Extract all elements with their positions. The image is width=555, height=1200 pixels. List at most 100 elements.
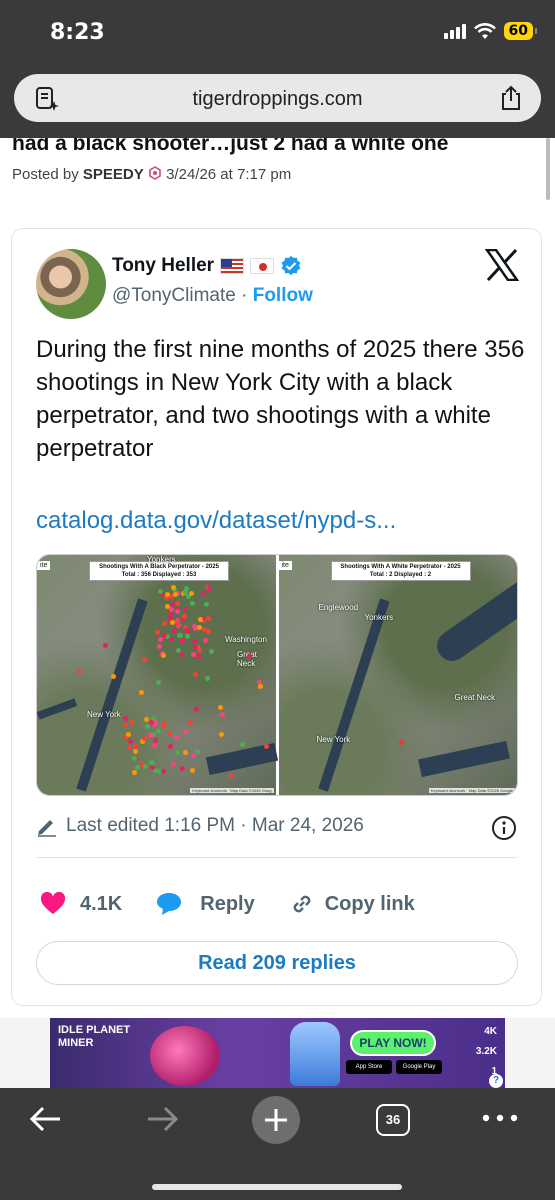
status-bar: 8:23 60 — [0, 0, 555, 68]
map-dot — [145, 724, 151, 730]
x-logo-icon[interactable] — [485, 249, 519, 281]
map-label: Englewood — [318, 603, 359, 612]
map-dot — [204, 675, 210, 681]
map-white-perpetrator[interactable]: ite Shootings With A White Perpetrator -… — [278, 555, 517, 795]
map-dot — [122, 716, 128, 722]
ad-stats: 4K 3.2K 1 — [476, 1022, 497, 1082]
link-icon — [293, 895, 311, 913]
map-dot — [205, 628, 211, 634]
tweet-media[interactable]: ite Shootings With A Black Perpetrator -… — [36, 554, 518, 796]
scrollbar[interactable] — [546, 138, 550, 200]
back-arrow-icon[interactable] — [28, 1104, 64, 1134]
map-dot — [174, 609, 180, 615]
copy-link-label: Copy link — [324, 892, 415, 915]
reply-button[interactable]: Reply — [156, 892, 255, 916]
map-dot — [174, 601, 180, 607]
pencil-icon — [38, 820, 56, 837]
planet-image — [150, 1026, 220, 1086]
embedded-tweet[interactable]: Tony Heller @TonyClimate · Follow During… — [11, 228, 542, 1006]
divider — [36, 857, 517, 858]
tweet-link[interactable]: catalog.data.gov/dataset/nypd-s... — [36, 507, 396, 535]
map-dot — [185, 634, 191, 640]
map-dot — [398, 740, 404, 745]
tab-switcher-button[interactable]: 36 — [376, 1104, 410, 1136]
map-dot — [165, 591, 171, 597]
map-dot — [152, 737, 158, 743]
map-dot — [141, 735, 147, 741]
post-meta: Posted by SPEEDY 3/24/26 at 7:17 pm — [12, 166, 291, 183]
map-dot — [171, 762, 177, 768]
map-label: Yonkers — [364, 613, 394, 622]
url-text[interactable]: tigerdroppings.com — [14, 88, 541, 111]
map-dot — [240, 742, 246, 748]
app-store-badge[interactable]: App Store — [346, 1060, 392, 1074]
more-options-icon[interactable] — [480, 1108, 520, 1128]
edited-text[interactable]: Last edited 1:16 PM · Mar 24, 2026 — [66, 815, 364, 837]
map-dot — [156, 728, 162, 734]
separator: · — [241, 285, 248, 306]
map-dot — [201, 590, 207, 596]
map-dot — [188, 591, 194, 597]
tweet-handle[interactable]: @TonyClimate — [112, 285, 236, 306]
map-dot — [161, 621, 167, 627]
follow-link[interactable]: Follow — [253, 285, 313, 306]
google-play-badge[interactable]: Google Play — [396, 1060, 442, 1074]
map-dot — [152, 742, 158, 748]
map-title: Shootings With A Black Perpetrator - 202… — [89, 561, 229, 581]
map-dot — [180, 765, 186, 771]
map-dot — [193, 706, 199, 712]
map-dot — [132, 743, 138, 749]
map-dot — [189, 768, 195, 774]
ad-help-icon[interactable]: ? — [489, 1074, 503, 1088]
tweet-text: During the first nine months of 2025 the… — [36, 336, 525, 462]
browser-bottom-bar: 36 — [0, 1088, 555, 1200]
map-dot — [127, 744, 133, 750]
map-dot — [219, 711, 225, 717]
map-dot — [206, 616, 212, 622]
map-dot — [125, 731, 131, 737]
map-dot — [110, 673, 116, 679]
map-dot — [102, 642, 108, 648]
map-dot — [196, 654, 202, 660]
map-title-line1: Shootings With A White Perpetrator - 202… — [340, 564, 461, 570]
address-bar[interactable]: tigerdroppings.com — [14, 74, 541, 122]
ad-banner[interactable]: IDLE PLANET MINER PLAY NOW! App Store Go… — [50, 1018, 505, 1088]
map-dot — [208, 649, 214, 655]
map-footer: Keyboard shortcuts · Map Data ©2026 Goog… — [428, 788, 515, 793]
map-label: Great Neck — [237, 650, 257, 668]
map-dot — [168, 612, 174, 618]
map-dot — [218, 731, 224, 737]
map-dot — [132, 769, 138, 775]
ad-play-button[interactable]: PLAY NOW! — [350, 1030, 436, 1056]
map-corner-label: ite — [37, 561, 51, 570]
forward-arrow-icon[interactable] — [144, 1104, 180, 1134]
share-icon[interactable] — [499, 85, 523, 111]
map-dot — [194, 749, 200, 755]
map-dot — [157, 637, 163, 643]
web-page: had a black shooter…just 2 had a white o… — [0, 138, 555, 1088]
map-label: Great Neck — [454, 693, 495, 702]
map-dot — [206, 585, 212, 591]
info-icon[interactable] — [491, 815, 517, 841]
copy-link-button[interactable]: Copy link — [289, 891, 415, 917]
map-title-line2: Total : 2 Displayed : 2 — [369, 572, 432, 578]
wifi-icon — [473, 22, 496, 39]
map-dot — [183, 750, 189, 756]
like-button[interactable]: 4.1K — [40, 892, 122, 916]
map-dot — [174, 620, 180, 626]
new-tab-button[interactable] — [252, 1096, 300, 1144]
map-dot — [175, 749, 181, 755]
map-dot — [147, 732, 153, 738]
avatar[interactable] — [36, 249, 106, 319]
tweet-author-name[interactable]: Tony Heller — [112, 255, 214, 277]
post-author[interactable]: SPEEDY — [83, 166, 144, 183]
battery-indicator: 60 — [503, 22, 538, 40]
like-count: 4.1K — [80, 892, 123, 915]
japan-flag-icon — [250, 258, 275, 274]
tweet-author: Tony Heller — [112, 255, 302, 277]
map-dot — [160, 653, 166, 659]
home-indicator — [152, 1184, 402, 1190]
map-black-perpetrator[interactable]: ite Shootings With A Black Perpetrator -… — [37, 555, 279, 795]
read-replies-button[interactable]: Read 209 replies — [36, 941, 518, 985]
map-dot — [132, 755, 138, 761]
